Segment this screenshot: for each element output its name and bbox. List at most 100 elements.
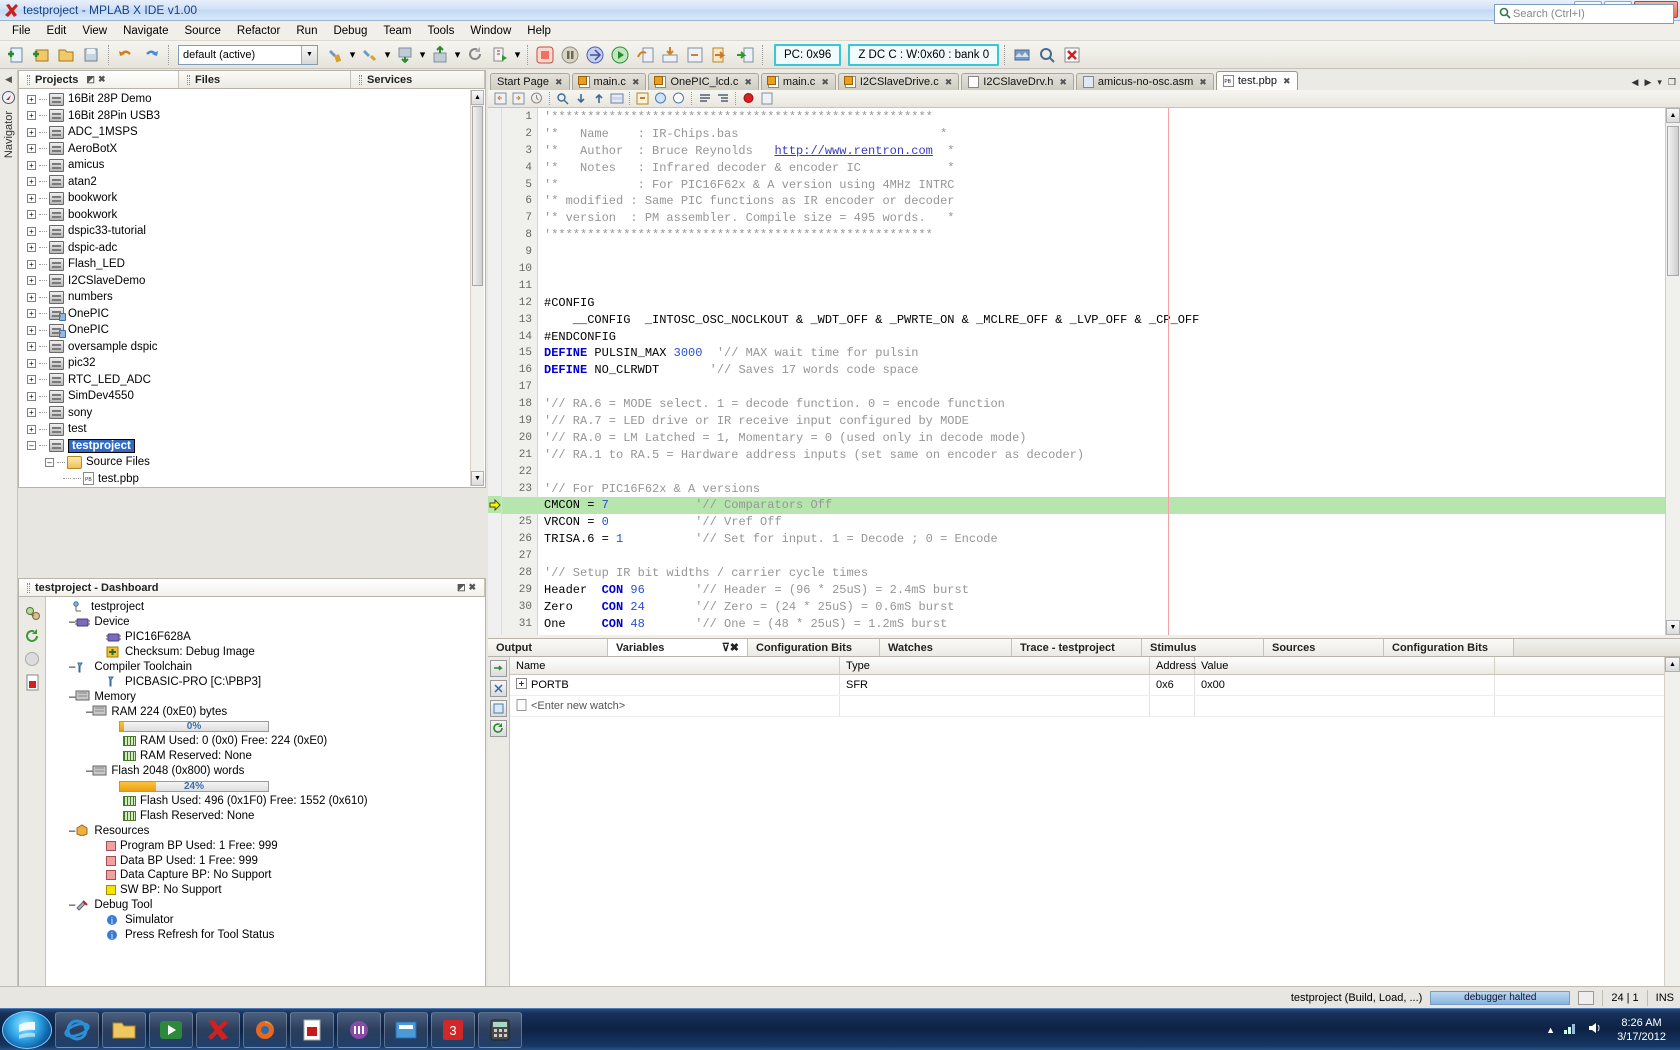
code-line[interactable] bbox=[538, 261, 1680, 278]
dashboard-tree-item[interactable]: PIC16F628A bbox=[48, 630, 485, 645]
menu-navigate[interactable]: Navigate bbox=[115, 23, 176, 39]
gutter-cell[interactable] bbox=[488, 176, 501, 193]
editor-vertical-scrollbar[interactable]: ▲ ▼ bbox=[1665, 108, 1680, 635]
editor-tab-bar[interactable]: Start Page✖main.c✖OnePIC_lcd.c✖main.c✖I2… bbox=[488, 70, 1680, 90]
clean-dropdown-icon[interactable]: ▾ bbox=[383, 43, 392, 67]
maximize-editor-icon[interactable]: ❐ bbox=[1666, 77, 1678, 88]
dashboard-tree-item[interactable]: Program BP Used: 1 Free: 999 bbox=[48, 838, 485, 853]
collapse-icon[interactable]: – bbox=[45, 458, 54, 467]
close-tab-icon[interactable]: ✖ bbox=[1199, 77, 1207, 88]
save-all-icon[interactable] bbox=[79, 43, 103, 67]
dashboard-tree-item[interactable]: Data Capture BP: No Support bbox=[48, 868, 485, 883]
code-line[interactable]: '// RA.7 = LED drive or IR receive input… bbox=[538, 413, 1680, 430]
reset-debug-icon[interactable] bbox=[583, 43, 607, 67]
code-line[interactable] bbox=[538, 379, 1680, 396]
chevron-down-icon[interactable]: ▼ bbox=[301, 46, 317, 64]
expand-icon[interactable]: + bbox=[27, 375, 36, 384]
navigator-collapse-icon[interactable]: ◀ bbox=[5, 74, 12, 85]
debug-project-icon[interactable] bbox=[488, 43, 512, 67]
project-tree-item[interactable]: test.pbp bbox=[19, 471, 485, 488]
taskbar-clock[interactable]: 8:26 AM 3/17/2012 bbox=[1611, 1016, 1672, 1044]
code-line[interactable]: Header CON 96 '// Header = (96 * 25uS) =… bbox=[538, 582, 1680, 599]
bottom-panel-tab[interactable]: Output bbox=[488, 639, 608, 656]
project-tree-item[interactable]: +AeroBotX bbox=[19, 141, 485, 158]
bottom-tab-bar[interactable]: OutputVariables⊽✖Configuration BitsWatch… bbox=[488, 639, 1680, 657]
project-tree-item[interactable]: +16Bit 28Pin USB3 bbox=[19, 108, 485, 125]
code-line[interactable]: VRCON = 0 '// Vref Off bbox=[538, 514, 1680, 531]
clean-build-icon[interactable] bbox=[358, 43, 382, 67]
editor-scroll-down-arrow[interactable]: ▼ bbox=[1666, 620, 1680, 635]
dashboard-tree-item[interactable]: Checksum: Debug Image bbox=[48, 645, 485, 660]
code-line[interactable] bbox=[538, 633, 1680, 635]
watch-column-header[interactable]: Name bbox=[510, 657, 840, 674]
taskbar-pdf-reader[interactable] bbox=[290, 1012, 334, 1048]
editor-tab[interactable]: I2CSlaveDrive.c✖ bbox=[838, 73, 959, 90]
expand-icon[interactable]: + bbox=[27, 177, 36, 186]
code-line[interactable]: '* modified : Same PIC functions as IR e… bbox=[538, 193, 1680, 210]
project-tree-item[interactable]: +amicus bbox=[19, 157, 485, 174]
menu-window[interactable]: Window bbox=[462, 23, 519, 39]
code-line[interactable] bbox=[538, 548, 1680, 565]
code-line[interactable] bbox=[538, 278, 1680, 295]
close-panel-icon[interactable]: ✖ bbox=[730, 642, 739, 654]
gutter-cell[interactable] bbox=[488, 480, 501, 497]
datasheet-pdf-icon[interactable] bbox=[22, 672, 43, 693]
project-tree-item[interactable]: –testproject bbox=[19, 438, 485, 455]
gutter-cell[interactable] bbox=[488, 581, 501, 598]
tab-files[interactable]: Files bbox=[179, 71, 351, 88]
editor-tab[interactable]: main.c✖ bbox=[761, 73, 836, 90]
gutter-cell[interactable] bbox=[488, 192, 501, 209]
refresh-debug-icon[interactable] bbox=[463, 43, 487, 67]
editor-forward-icon[interactable] bbox=[510, 91, 527, 107]
close-tab-icon[interactable]: ✖ bbox=[1283, 76, 1291, 87]
code-line[interactable]: '// Setup IR bit widths / carrier cycle … bbox=[538, 565, 1680, 582]
project-tree-item[interactable]: +bookwork bbox=[19, 190, 485, 207]
close-tab-icon[interactable]: ✖ bbox=[744, 77, 752, 88]
step-into-icon[interactable] bbox=[658, 43, 682, 67]
add-watch-icon[interactable] bbox=[490, 660, 507, 677]
code-line[interactable]: TRISA.6 = 1 '// Set for input. 1 = Decod… bbox=[538, 531, 1680, 548]
projects-scroll-thumb[interactable] bbox=[472, 106, 483, 286]
expand-icon[interactable]: + bbox=[27, 128, 36, 137]
project-tree-item[interactable]: +atan2 bbox=[19, 174, 485, 191]
open-project-icon[interactable] bbox=[54, 43, 78, 67]
close-tab-icon[interactable]: ✖ bbox=[1059, 77, 1067, 88]
watch-name-cell[interactable]: PORTB bbox=[510, 675, 840, 695]
gutter-cell[interactable] bbox=[488, 226, 501, 243]
scroll-up-arrow[interactable]: ▲ bbox=[471, 90, 484, 105]
editor-history-icon[interactable] bbox=[528, 91, 545, 107]
editor-scroll-thumb[interactable] bbox=[1667, 126, 1679, 276]
variables-scrollbar[interactable]: ▲ bbox=[1664, 657, 1680, 1020]
code-line[interactable]: '* Author : Bruce Reynolds http://www.re… bbox=[538, 143, 1680, 160]
gutter-cell[interactable] bbox=[488, 598, 501, 615]
make-and-program-icon[interactable] bbox=[393, 43, 417, 67]
dashboard-tree-item[interactable]: RAM Reserved: None bbox=[48, 749, 485, 764]
taskbar-firefox[interactable] bbox=[243, 1012, 287, 1048]
gutter-cell[interactable] bbox=[488, 446, 501, 463]
tray-volume-icon[interactable] bbox=[1587, 1021, 1603, 1038]
editor-scroll-up-arrow[interactable]: ▲ bbox=[1666, 108, 1680, 123]
watch-table-row[interactable]: <Enter new watch> bbox=[510, 696, 1664, 717]
step-out-icon[interactable] bbox=[683, 43, 707, 67]
start-button[interactable] bbox=[2, 1011, 52, 1049]
run-to-cursor-icon[interactable] bbox=[708, 43, 732, 67]
projects-scrollbar[interactable]: ▲ ▼ bbox=[470, 90, 484, 486]
search-box[interactable]: Search (Ctrl+I) bbox=[1494, 4, 1674, 24]
watch-column-header[interactable]: Value bbox=[1195, 657, 1495, 674]
scroll-tabs-right-icon[interactable]: ▶ bbox=[1642, 77, 1653, 88]
dashboard-tree-item[interactable]: –RAM 224 (0xE0) bytes bbox=[48, 704, 485, 719]
watch-address-cell[interactable] bbox=[1150, 696, 1195, 716]
menu-refactor[interactable]: Refactor bbox=[229, 23, 288, 39]
editor-tab[interactable]: Start Page✖ bbox=[490, 73, 570, 90]
scroll-tabs-left-icon[interactable]: ◀ bbox=[1630, 77, 1641, 88]
code-line[interactable]: #ENDCONFIG bbox=[538, 329, 1680, 346]
redo-icon[interactable] bbox=[139, 43, 163, 67]
gutter-cell[interactable] bbox=[488, 547, 501, 564]
code-line[interactable]: DEFINE NO_CLRWDT '// Saves 17 words code… bbox=[538, 362, 1680, 379]
expand-icon[interactable]: + bbox=[27, 276, 36, 285]
dashboard-tree-item[interactable]: SW BP: No Support bbox=[48, 883, 485, 898]
indent-icon[interactable] bbox=[714, 91, 731, 107]
close-tab-icon[interactable]: ✖ bbox=[555, 77, 563, 88]
delete-watch-icon[interactable] bbox=[490, 680, 507, 697]
dashboard-tree-item[interactable]: PICBASIC-PRO [C:\PBP3] bbox=[48, 674, 485, 689]
